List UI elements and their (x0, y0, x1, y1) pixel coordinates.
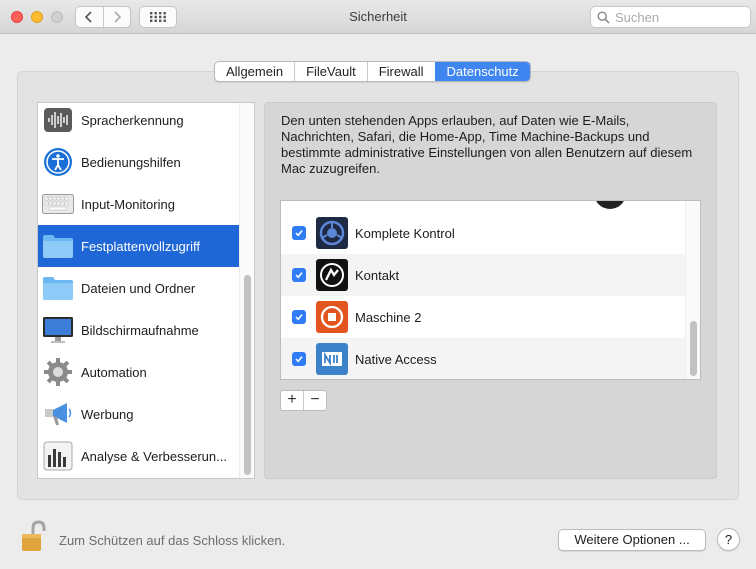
megaphone-icon (41, 397, 75, 431)
sidebar-item-label: Input-Monitoring (81, 196, 175, 212)
app-list[interactable]: Komplete Kontrol Kontakt Maschine 2 Nati… (280, 200, 701, 380)
maschine-icon (316, 301, 348, 333)
checkmark-icon (295, 230, 303, 237)
app-checkbox[interactable] (292, 268, 306, 282)
folder-icon (41, 271, 75, 305)
lock-icon[interactable] (20, 519, 46, 553)
sidebar-item-input-monitoring[interactable]: Input-Monitoring (38, 183, 240, 225)
sidebar-item-festplattenvollzugriff[interactable]: Festplattenvollzugriff (38, 225, 240, 267)
sidebar-item-bildschirmaufnahme[interactable]: Bildschirmaufnahme (38, 309, 240, 351)
sidebar-item-dateien-und-ordner[interactable]: Dateien und Ordner (38, 267, 240, 309)
help-button[interactable]: ? (717, 528, 740, 551)
tab-allgemein[interactable]: Allgemein (215, 62, 294, 81)
app-icon-partial (594, 201, 626, 209)
sidebar-item-spracherkennung[interactable]: Spracherkennung (38, 103, 240, 141)
sidebar-item-werbung[interactable]: Werbung (38, 393, 240, 435)
sidebar-scrollbar[interactable] (239, 103, 253, 478)
search-icon (597, 10, 610, 24)
sidebar-item-automation[interactable]: Automation (38, 351, 240, 393)
sidebar-item-bedienungshilfen[interactable]: Bedienungshilfen (38, 141, 240, 183)
search-input[interactable] (615, 9, 745, 25)
sidebar-item-analyse[interactable]: Analyse & Verbesserun... (38, 435, 240, 477)
keyboard-icon (41, 187, 75, 221)
list-item[interactable]: Maschine 2 (281, 296, 686, 338)
add-app-button[interactable]: + (281, 391, 303, 410)
sidebar-item-label: Bildschirmaufnahme (81, 322, 199, 338)
analytics-icon (41, 439, 75, 473)
lock-hint-text: Zum Schützen auf das Schloss klicken. (59, 533, 286, 548)
kontakt-icon (316, 259, 348, 291)
app-checkbox[interactable] (292, 226, 306, 240)
accessibility-icon (41, 145, 75, 179)
native-access-icon (316, 343, 348, 375)
add-remove-control: + − (280, 390, 327, 411)
komplete-kontrol-icon (316, 217, 348, 249)
sidebar-item-label: Spracherkennung (81, 112, 184, 128)
scrollbar-thumb[interactable] (244, 275, 251, 475)
tab-datenschutz[interactable]: Datenschutz (434, 62, 530, 81)
privacy-category-list[interactable]: Spracherkennung Bedienungshilfen Input-M… (37, 102, 255, 479)
app-label: Komplete Kontrol (355, 225, 455, 241)
checkmark-icon (295, 356, 303, 363)
remove-app-button[interactable]: − (303, 391, 326, 410)
app-label: Maschine 2 (355, 309, 422, 325)
more-options-button[interactable]: Weitere Optionen ... (558, 529, 706, 551)
app-label: Native Access (355, 351, 437, 367)
sidebar-item-label: Bedienungshilfen (81, 154, 181, 170)
speech-recognition-icon (41, 103, 75, 137)
display-icon (41, 313, 75, 347)
list-item[interactable]: Komplete Kontrol (281, 212, 686, 254)
checkmark-icon (295, 272, 303, 279)
sidebar-item-label: Werbung (81, 406, 134, 422)
tab-bar: Allgemein FileVault Firewall Datenschutz (214, 61, 531, 82)
folder-icon (41, 229, 75, 263)
search-field[interactable] (590, 6, 751, 28)
app-checkbox[interactable] (292, 352, 306, 366)
sidebar-item-label: Dateien und Ordner (81, 280, 196, 296)
sidebar-item-label: Festplattenvollzugriff (81, 238, 200, 254)
scrollbar-thumb[interactable] (690, 321, 697, 376)
app-list-scrollbar[interactable] (685, 201, 700, 379)
permission-description: Den unten stehenden Apps erlauben, auf D… (281, 113, 693, 176)
app-checkbox[interactable] (292, 310, 306, 324)
sidebar-item-label: Automation (81, 364, 147, 380)
app-label: Kontakt (355, 267, 400, 283)
sidebar-item-label: Analyse & Verbesserun... (81, 448, 227, 464)
checkmark-icon (295, 314, 303, 321)
list-item[interactable]: Native Access (281, 338, 686, 379)
tab-firewall[interactable]: Firewall (366, 62, 435, 81)
list-item[interactable]: Kontakt (281, 254, 686, 296)
tab-filevault[interactable]: FileVault (294, 62, 367, 81)
gear-icon (41, 355, 75, 389)
